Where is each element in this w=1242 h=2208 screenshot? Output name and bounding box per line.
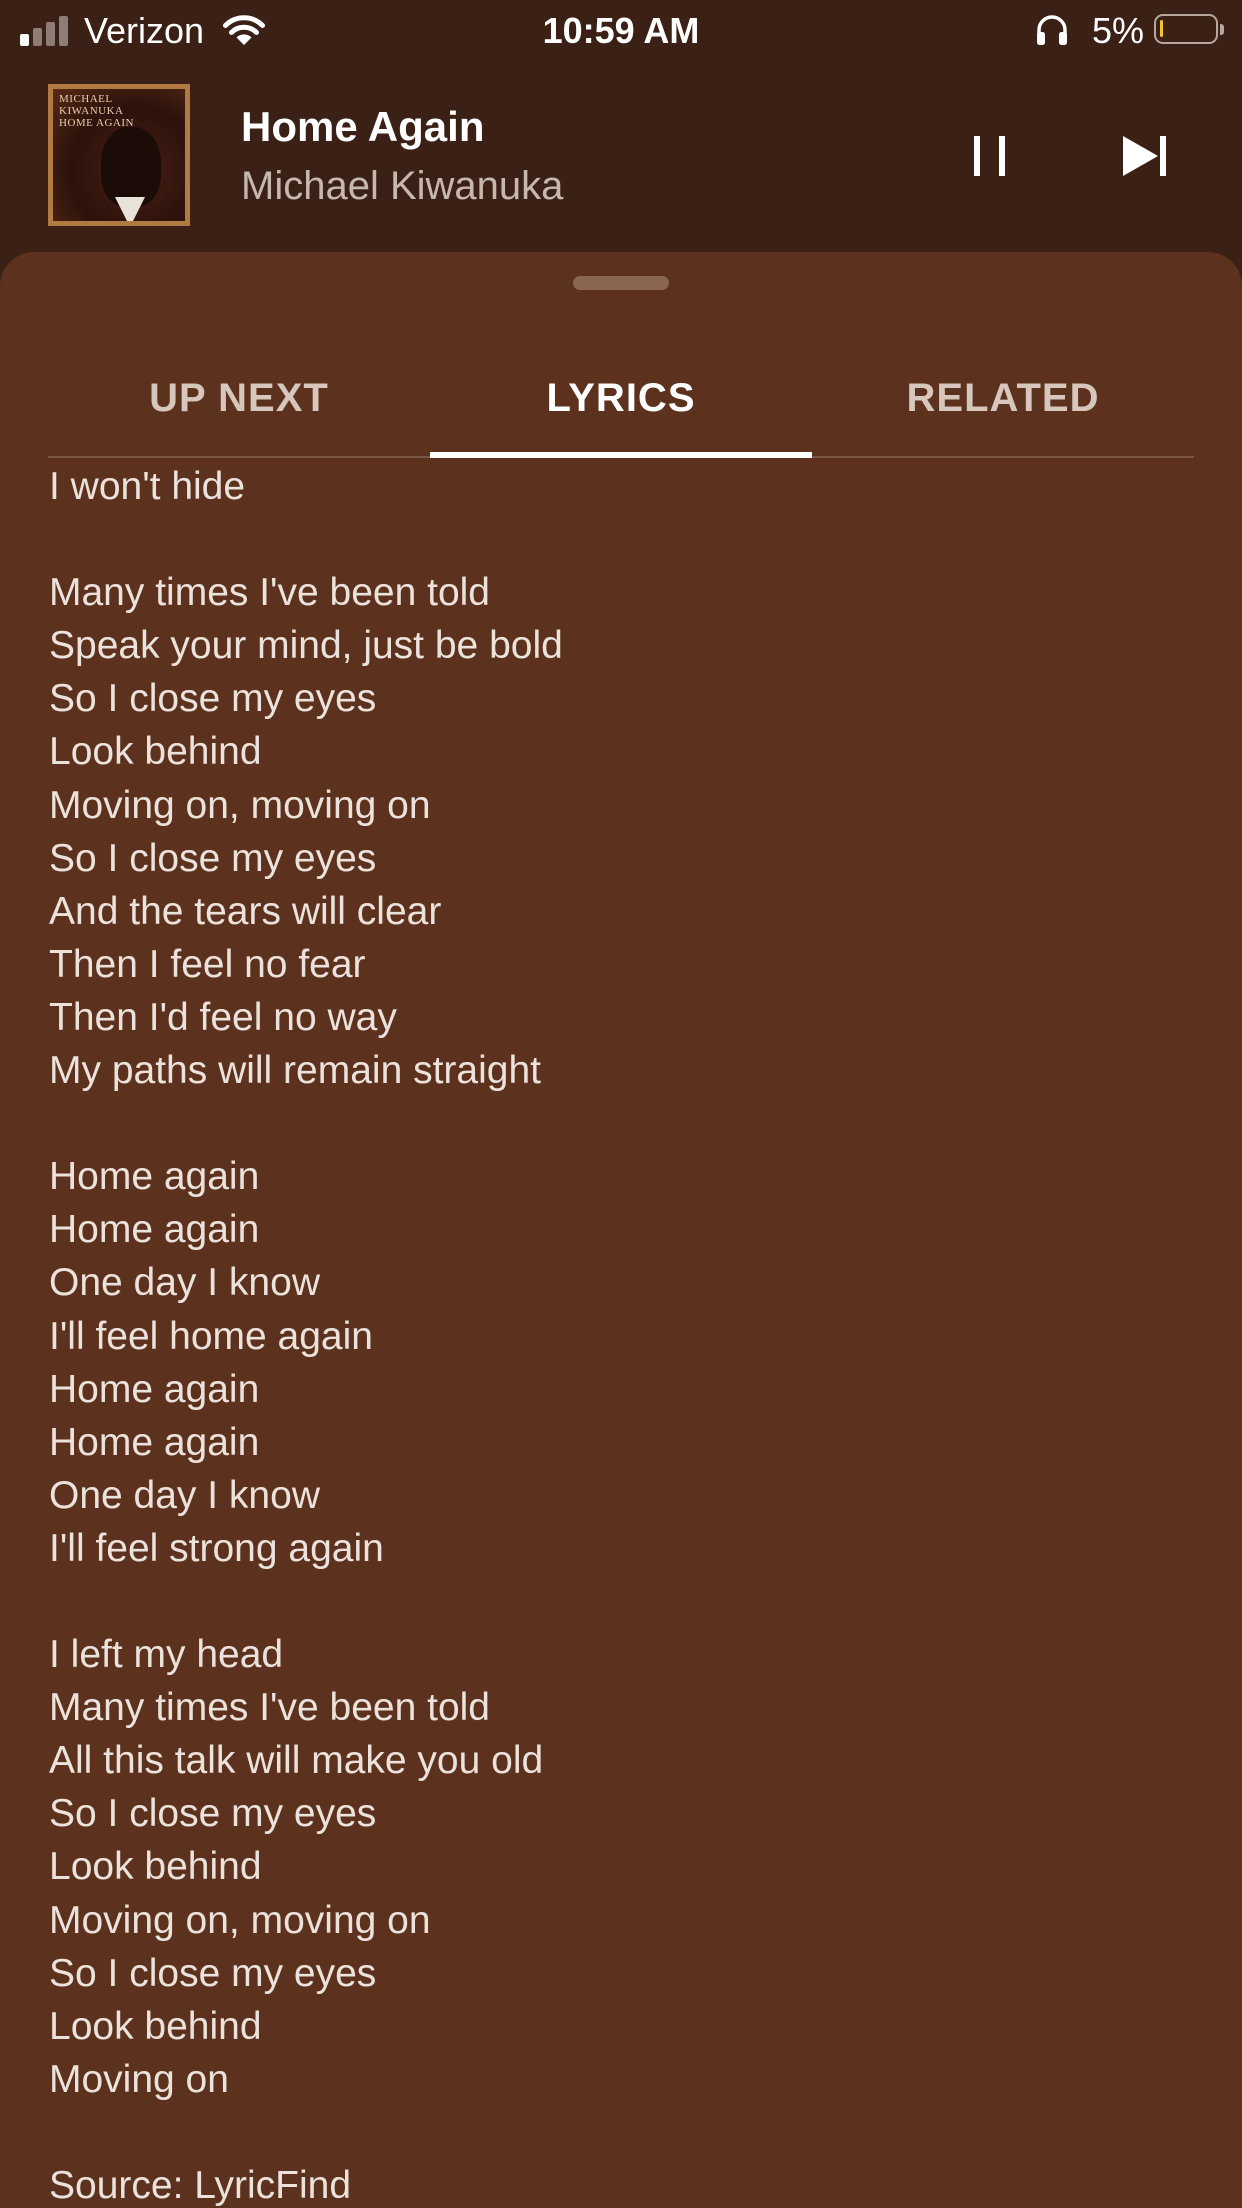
album-art-portrait — [101, 127, 161, 207]
lyric-line: So I close my eyes — [49, 836, 377, 880]
lyric-line: One day I know — [49, 1473, 320, 1517]
pause-button[interactable] — [960, 126, 1020, 186]
skip-next-icon — [1123, 136, 1166, 176]
lyrics-source: Source: LyricFind — [49, 2164, 352, 2207]
lyric-line: So I close my eyes — [49, 1792, 377, 1836]
lyric-line: I'll feel home again — [49, 1314, 373, 1358]
lyric-line: Look behind — [49, 2004, 262, 2048]
headphones-icon — [1034, 12, 1070, 48]
battery-level — [1160, 20, 1163, 37]
lyric-line: And the tears will clear — [49, 889, 442, 933]
lyric-line: Home again — [49, 1208, 260, 1252]
stanza-gap — [49, 1097, 1189, 1150]
lyric-line: Speak your mind, just be bold — [49, 624, 563, 668]
skip-next-button[interactable] — [1118, 126, 1178, 186]
lyric-line: All this talk will make you old — [49, 1739, 544, 1783]
battery-icon — [1154, 14, 1218, 44]
status-bar: Verizon 10:59 AM 5% — [0, 0, 1242, 62]
tab-lyrics[interactable]: LYRICS — [430, 332, 812, 456]
album-art[interactable]: MICHAEL KIWANUKA HOME AGAIN — [48, 84, 190, 226]
stanza-gap — [49, 513, 1189, 566]
battery-percentage: 5% — [1092, 10, 1145, 51]
lyric-line: Look behind — [49, 730, 262, 774]
lyric-line: Then I feel no fear — [49, 942, 366, 986]
lyric-line: Many times I've been told — [49, 571, 490, 615]
lyric-line: Home again — [49, 1367, 260, 1411]
battery-cap — [1220, 24, 1224, 35]
lyric-line: Then I'd feel no way — [49, 995, 397, 1039]
track-title[interactable]: Home Again — [241, 102, 484, 152]
album-art-text: MICHAEL KIWANUKA HOME AGAIN — [59, 93, 134, 129]
lyric-line: Many times I've been told — [49, 1686, 490, 1730]
sheet-drag-handle[interactable] — [573, 276, 669, 290]
lyric-line: Home again — [49, 1155, 260, 1199]
now-playing-sheet: UP NEXT LYRICS RELATED I won't hide Many… — [0, 252, 1242, 2208]
lyric-line: So I close my eyes — [49, 1951, 377, 1995]
lyric-line: Look behind — [49, 1845, 262, 1889]
tab-related[interactable]: RELATED — [812, 332, 1194, 456]
lyric-line: Moving on — [49, 2057, 229, 2101]
lyric-line: So I close my eyes — [49, 677, 377, 721]
stanza-gap — [49, 1575, 1189, 1628]
lyric-line: Moving on, moving on — [49, 783, 431, 827]
pause-icon — [974, 136, 1005, 176]
lyrics-panel[interactable]: I won't hide Many times I've been told S… — [49, 460, 1189, 2208]
lyric-line: My paths will remain straight — [49, 1049, 541, 1093]
lyric-line: One day I know — [49, 1261, 320, 1305]
lyric-line: I left my head — [49, 1633, 284, 1677]
album-art-collar — [115, 197, 145, 221]
lyric-line: Moving on, moving on — [49, 1898, 431, 1942]
tab-up-next[interactable]: UP NEXT — [48, 332, 430, 456]
mini-player[interactable]: MICHAEL KIWANUKA HOME AGAIN Home Again M… — [0, 62, 1242, 252]
track-artist[interactable]: Michael Kiwanuka — [241, 162, 563, 210]
lyric-line: Home again — [49, 1420, 260, 1464]
tab-bar: UP NEXT LYRICS RELATED — [48, 332, 1194, 458]
lyric-line: I'll feel strong again — [49, 1526, 384, 1570]
lyric-line: I won't hide — [49, 465, 246, 508]
active-tab-indicator — [430, 452, 812, 458]
